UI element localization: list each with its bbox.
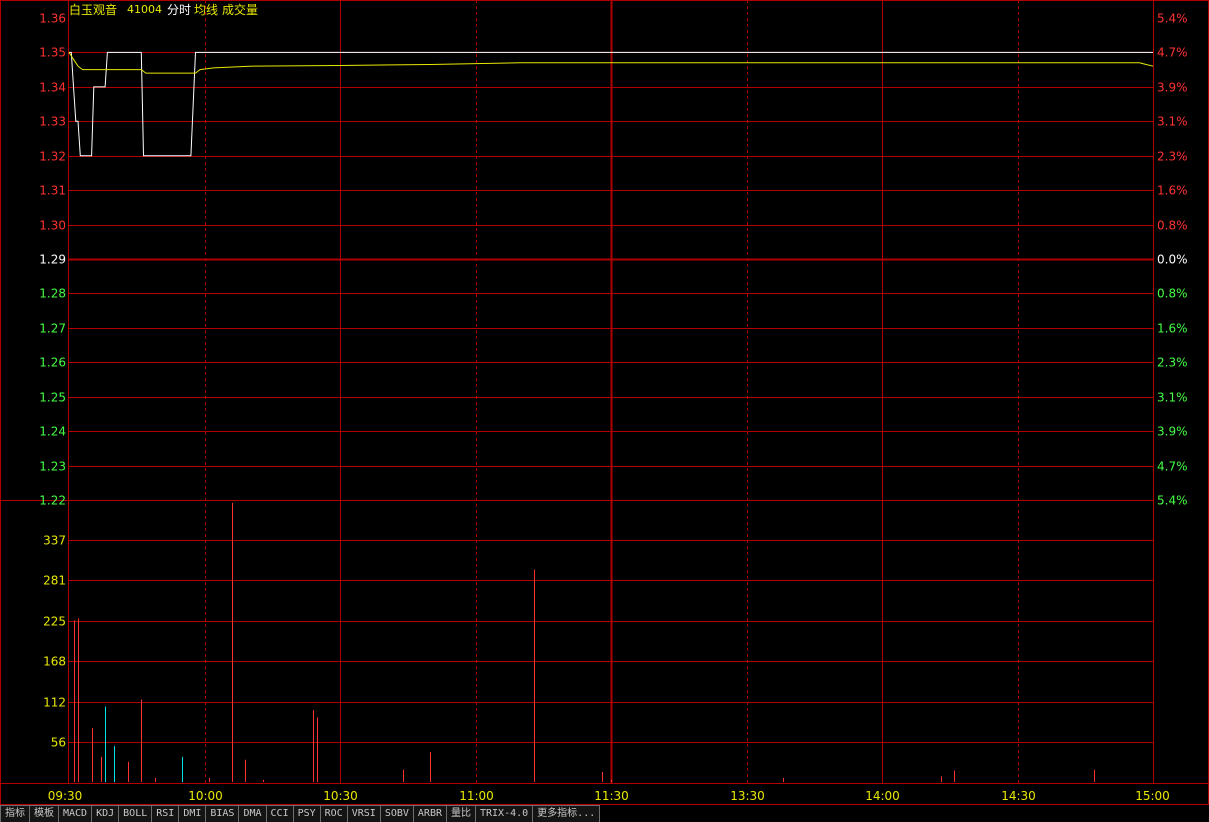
percent-tick-label: 3.9% bbox=[1157, 81, 1188, 95]
label-average-line: 均线 bbox=[194, 3, 219, 17]
stock-code: 41004 bbox=[127, 3, 162, 16]
percent-tick-label: 3.1% bbox=[1157, 391, 1188, 405]
volume-tick-label: 337 bbox=[43, 534, 66, 548]
time-tick-label: 13:30 bbox=[730, 789, 765, 803]
time-tick-label: 11:00 bbox=[459, 789, 494, 803]
tab-bias[interactable]: BIAS bbox=[206, 805, 240, 822]
price-tick-label: 1.23 bbox=[39, 460, 66, 474]
time-tick-label: 11:30 bbox=[594, 789, 629, 803]
price-tick-label: 1.33 bbox=[39, 115, 66, 129]
tab-kdj[interactable]: KDJ bbox=[92, 805, 120, 822]
tab-roc[interactable]: ROC bbox=[320, 805, 348, 822]
tab-volume-ratio[interactable]: 量比 bbox=[447, 805, 476, 822]
tab-arbr[interactable]: ARBR bbox=[413, 805, 447, 822]
label-time-share: 分时 bbox=[167, 3, 192, 17]
price-tick-label: 1.26 bbox=[39, 356, 66, 370]
tab-trix[interactable]: TRIX-4.0 bbox=[476, 805, 534, 822]
tab-more-indicators[interactable]: 更多指标... bbox=[533, 805, 601, 822]
percent-tick-label: 4.7% bbox=[1157, 460, 1188, 474]
volume-tick-label: 112 bbox=[43, 696, 66, 710]
volume-tick-label: 281 bbox=[43, 574, 66, 588]
intraday-chart[interactable]: 1.36 5.4% 1.35 4.7% 1.34 3.9% 1.33 3.1% 1.32 2.3%… bbox=[0, 0, 1209, 805]
price-tick-label: 1.25 bbox=[39, 391, 66, 405]
percent-tick-label: 5.4% bbox=[1157, 12, 1188, 26]
percent-tick-label: 5.4% bbox=[1157, 494, 1188, 508]
time-tick-label: 10:30 bbox=[323, 789, 358, 803]
time-tick-label: 14:00 bbox=[865, 789, 900, 803]
volume-tick-label: 56 bbox=[51, 736, 66, 750]
percent-tick-label: 0.8% bbox=[1157, 287, 1188, 301]
tab-dmi[interactable]: DMI bbox=[179, 805, 207, 822]
percent-tick-label: 4.7% bbox=[1157, 46, 1188, 60]
tab-psy[interactable]: PSY bbox=[293, 805, 321, 822]
percent-tick-label: 1.6% bbox=[1157, 322, 1188, 336]
price-tick-label: 1.29 bbox=[39, 253, 66, 267]
percent-tick-label: 0.8% bbox=[1157, 219, 1188, 233]
tab-boll[interactable]: BOLL bbox=[119, 805, 153, 822]
time-tick-label: 15:00 bbox=[1135, 789, 1170, 803]
percent-tick-label: 2.3% bbox=[1157, 150, 1188, 164]
tab-indicator[interactable]: 指标 bbox=[0, 805, 30, 822]
label-volume: 成交量 bbox=[222, 3, 259, 17]
price-tick-label: 1.30 bbox=[39, 219, 66, 233]
price-tick-label: 1.22 bbox=[39, 494, 66, 508]
percent-tick-label: 3.1% bbox=[1157, 115, 1188, 129]
time-tick-label: 10:00 bbox=[188, 789, 223, 803]
price-tick-label: 1.34 bbox=[39, 81, 66, 95]
price-tick-label: 1.31 bbox=[39, 184, 66, 198]
volume-tick-label: 225 bbox=[43, 615, 66, 629]
percent-tick-label: 3.9% bbox=[1157, 425, 1188, 439]
time-tick-label: 14:30 bbox=[1001, 789, 1036, 803]
volume-tick-label: 168 bbox=[43, 655, 66, 669]
percent-tick-label: 0.0% bbox=[1157, 253, 1188, 267]
price-tick-label: 1.27 bbox=[39, 322, 66, 336]
price-tick-label: 1.28 bbox=[39, 287, 66, 301]
tab-vrsi[interactable]: VRSI bbox=[347, 805, 381, 822]
percent-tick-label: 1.6% bbox=[1157, 184, 1188, 198]
price-tick-label: 1.24 bbox=[39, 425, 66, 439]
tab-template[interactable]: 模板 bbox=[30, 805, 59, 822]
price-tick-label: 1.32 bbox=[39, 150, 66, 164]
tab-dma[interactable]: DMA bbox=[239, 805, 267, 822]
tab-macd[interactable]: MACD bbox=[59, 805, 93, 822]
price-tick-label: 1.36 bbox=[39, 12, 66, 26]
tab-cci[interactable]: CCI bbox=[266, 805, 294, 822]
stock-name: 白玉观音 bbox=[69, 3, 118, 17]
percent-tick-label: 2.3% bbox=[1157, 356, 1188, 370]
price-tick-label: 1.35 bbox=[39, 46, 66, 60]
time-tick-label: 09:30 bbox=[48, 789, 83, 803]
tab-rsi[interactable]: RSI bbox=[152, 805, 180, 822]
tab-sobv[interactable]: SOBV bbox=[380, 805, 414, 822]
indicator-toolbar: 指标 模板 MACD KDJ BOLL RSI DMI BIAS DMA CCI… bbox=[0, 805, 1209, 822]
